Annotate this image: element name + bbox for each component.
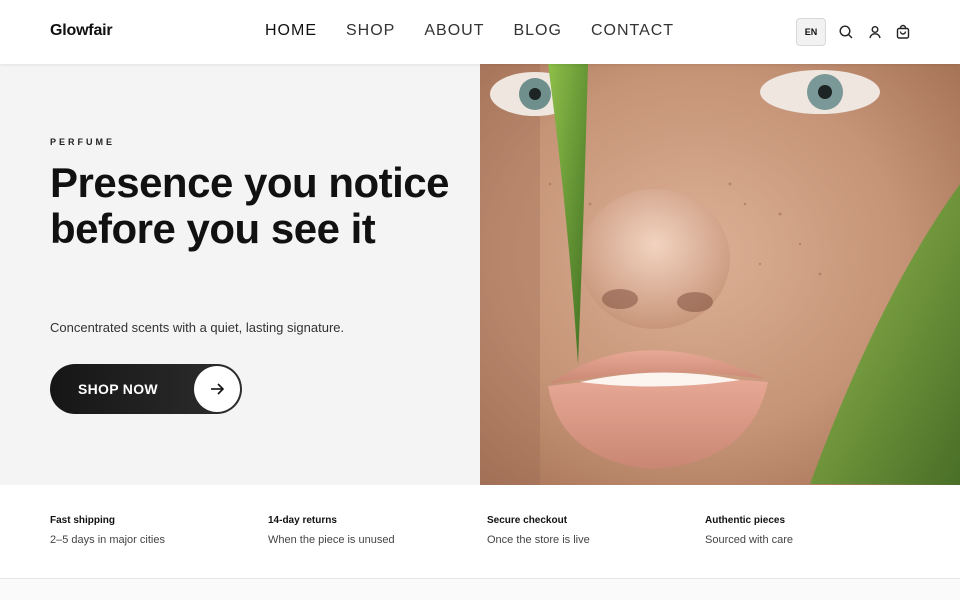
nav-contact[interactable]: CONTACT [591,22,674,40]
main-nav: HOME SHOP ABOUT BLOG CONTACT [265,22,703,40]
language-selector[interactable]: EN [796,18,826,46]
site-header: Glowfair HOME SHOP ABOUT BLOG CONTACT EN [0,0,960,64]
nav-home[interactable]: HOME [265,22,317,40]
brand-logo[interactable]: Glowfair [50,22,113,40]
feature-desc: 2–5 days in major cities [50,534,165,546]
hero-image [480,64,960,485]
hero-subtitle: Concentrated scents with a quiet, lastin… [50,320,345,335]
nav-shop[interactable]: SHOP [346,22,395,40]
feature-desc: Once the store is live [487,534,590,546]
search-icon[interactable] [838,24,854,40]
feature-item: 14-day returns When the piece is unused [268,515,468,546]
feature-item: Secure checkout Once the store is live [487,515,687,546]
feature-title: Fast shipping [50,515,115,526]
feature-item: Authentic pieces Sourced with care [705,515,905,546]
feature-desc: Sourced with care [705,534,794,546]
feature-title: 14-day returns [268,515,337,526]
feature-title: Secure checkout [487,515,568,526]
shop-now-button[interactable]: SHOP NOW [50,364,242,414]
hero-headline: Presence you notice before you see it [50,159,450,252]
arrow-right-icon [194,366,240,412]
feature-desc: When the piece is unused [268,534,395,546]
user-icon[interactable] [867,24,883,40]
hero-eyebrow: PERFUME [50,137,116,147]
features-strip: Fast shipping 2–5 days in major cities 1… [0,485,960,579]
feature-title: Authentic pieces [705,515,786,526]
feature-item: Fast shipping 2–5 days in major cities [50,515,250,546]
nav-about[interactable]: ABOUT [424,22,484,40]
page-footer-edge [0,579,960,600]
hero-panel: PERFUME Presence you notice before you s… [0,64,480,485]
shop-now-label: SHOP NOW [78,381,158,397]
cart-icon[interactable] [895,24,911,40]
nav-blog[interactable]: BLOG [513,22,561,40]
